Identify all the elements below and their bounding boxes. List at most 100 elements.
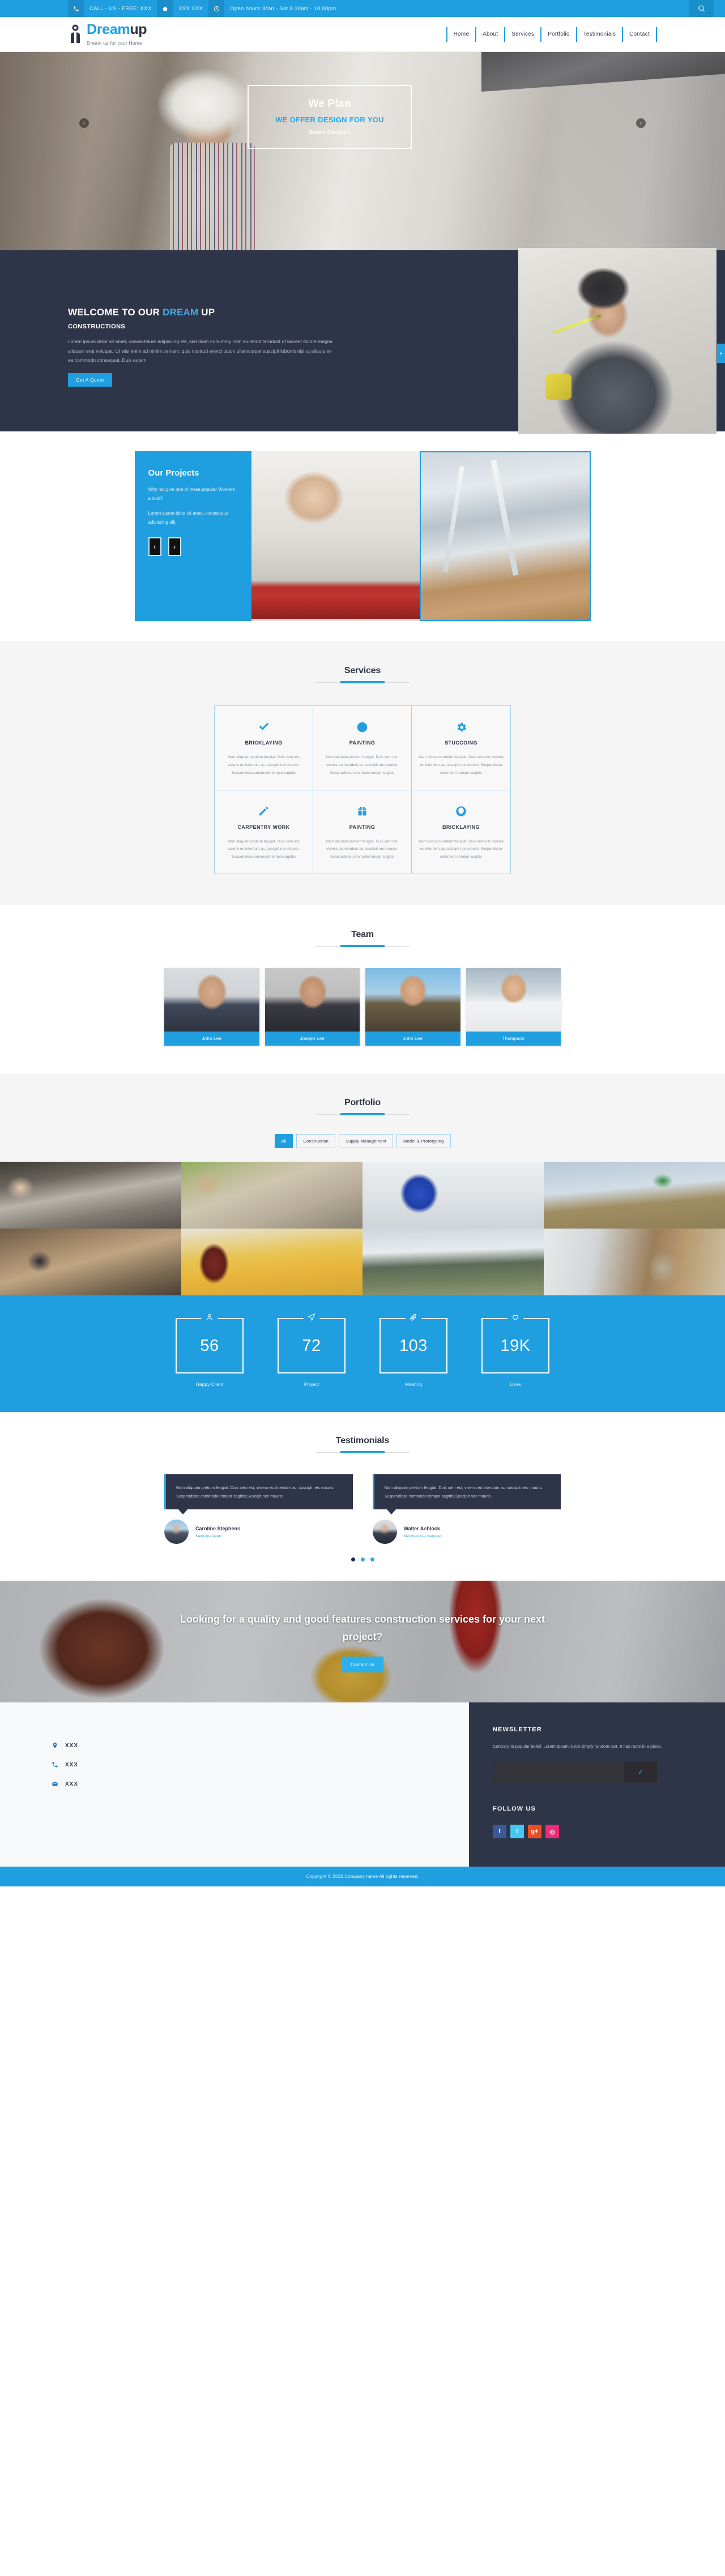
testimonial-author: Walter Ashlock	[403, 1525, 440, 1531]
chevron-right-icon[interactable]: ›	[636, 118, 646, 128]
project-image-1[interactable]	[251, 451, 420, 621]
nav-item-contact[interactable]: Contact	[622, 27, 657, 42]
testimonial-author: Caroline Stephens	[195, 1525, 241, 1531]
follow-us-title: FOLLOW US	[493, 1805, 536, 1813]
team-member-card[interactable]: John Lee	[365, 968, 460, 1046]
portfolio-grid	[0, 1162, 725, 1296]
portfolio-item[interactable]	[362, 1229, 544, 1296]
contact-us-button[interactable]: Contact Us	[341, 1657, 384, 1673]
nav-item-about[interactable]: About	[475, 27, 504, 42]
portfolio-filter-construction[interactable]: Construction	[296, 1134, 335, 1149]
team-member-name: John Lee	[365, 1032, 460, 1046]
testimonial-card: Nam aliquam pretium feugiat. Duis sem es…	[372, 1474, 561, 1544]
check-icon	[221, 720, 306, 734]
main-navbar: Dreamup Dream up for your Home Home Abou…	[0, 17, 725, 52]
welcome-subheading: CONSTRUCTIONS	[68, 323, 126, 330]
section-divider	[315, 682, 410, 683]
service-card[interactable]: BRICKLAYING Nam aliquam pretium feugiat.…	[412, 790, 510, 874]
service-name: PAINTING	[349, 740, 376, 746]
service-desc: Nam aliquam pretium feugiat. Duis sem es…	[419, 755, 504, 775]
nav-item-home[interactable]: Home	[446, 27, 475, 42]
portfolio-item[interactable]	[181, 1229, 362, 1296]
team-member-card[interactable]: Thompson	[466, 968, 561, 1046]
nav-item-services[interactable]: Services	[504, 27, 540, 42]
nav-item-testimonials[interactable]: Testimonials	[575, 27, 622, 42]
welcome-heading-accent: DREAM	[163, 307, 199, 318]
service-card[interactable]: STUCCOING Nam aliquam pretium feugiat. D…	[412, 706, 510, 790]
newsletter-email-input[interactable]	[493, 1761, 624, 1783]
paperclip-icon	[405, 1313, 422, 1322]
portfolio-item[interactable]	[181, 1162, 362, 1229]
portfolio-filter-model-prototyping[interactable]: Model & Prototyping	[396, 1134, 451, 1149]
search-icon[interactable]	[689, 0, 714, 17]
counter-value: 72	[302, 1336, 321, 1355]
chevron-left-icon[interactable]: ‹	[79, 118, 89, 128]
service-card[interactable]: BRICKLAYING Nam aliquam pretium feugiat.…	[215, 706, 313, 790]
team-title: Team	[351, 930, 374, 940]
welcome-heading: WELCOME TO OUR DREAM UP	[68, 307, 334, 318]
counters-grid: 56 Happy Client 72 Project 103 Meeting 1…	[176, 1313, 549, 1388]
portfolio-filter-supply-management[interactable]: Supply Management	[338, 1134, 394, 1149]
home-number-text: XXX XXX	[178, 5, 203, 12]
cta-headline: Looking for a quality and good features …	[180, 1614, 545, 1642]
counters-section: 56 Happy Client 72 Project 103 Meeting 1…	[0, 1295, 725, 1413]
testimonials-section: Testimonials Nam aliquam pretium feugiat…	[0, 1412, 725, 1581]
tape-measure-decor	[545, 374, 572, 400]
section-divider	[315, 1452, 410, 1453]
open-hours-text: Open hours: Mon - Sat 9.30am - 10.00pm	[230, 5, 336, 12]
services-title: Services	[344, 666, 381, 675]
service-name: BRICKLAYING	[245, 740, 283, 746]
team-member-card[interactable]: John Lee	[164, 968, 259, 1046]
service-card[interactable]: PAINTING Nam aliquam pretium feugiat. Du…	[313, 790, 412, 874]
portfolio-filter-all[interactable]: All	[274, 1134, 293, 1149]
clock-icon	[208, 0, 225, 17]
google-plus-icon[interactable]: g+	[528, 1825, 541, 1839]
projects-info-panel: Our Projects Why not give one of these p…	[134, 451, 251, 621]
dribbble-icon[interactable]: ◎	[545, 1825, 559, 1839]
worker-logo-icon	[68, 24, 83, 43]
newsletter-form: ✓	[493, 1761, 657, 1783]
counter-item: 19K Likes	[481, 1313, 549, 1388]
project-image-2[interactable]	[420, 451, 591, 621]
map-pin-icon	[51, 1742, 58, 1749]
portfolio-item[interactable]	[544, 1162, 725, 1229]
counter-value: 56	[200, 1336, 219, 1355]
section-divider	[315, 946, 410, 947]
brand-logo[interactable]: Dreamup Dream up for your Home	[68, 23, 272, 46]
call-us-text: CALL - US - FREE: XXX	[89, 5, 152, 12]
service-card[interactable]: PAINTING Nam aliquam pretium feugiat. Du…	[313, 706, 412, 790]
phone-icon	[68, 0, 84, 17]
projects-next-chevron-right-icon[interactable]: ›	[168, 537, 181, 556]
newsletter-submit-check-icon[interactable]: ✓	[624, 1761, 657, 1783]
phone-icon	[51, 1761, 58, 1768]
portfolio-item[interactable]	[544, 1229, 725, 1296]
service-card[interactable]: CARPENTRY WORK Nam aliquam pretium feugi…	[215, 790, 313, 874]
pagination-dot[interactable]	[360, 1557, 365, 1562]
chevron-down-icon[interactable]: ▾	[717, 344, 725, 363]
portfolio-item[interactable]	[362, 1162, 544, 1229]
twitter-icon[interactable]: t	[510, 1825, 524, 1839]
projects-prev-chevron-left-icon[interactable]: ‹	[148, 537, 161, 556]
team-member-name: Joseph Lee	[265, 1032, 360, 1046]
testimonials-grid: Nam aliquam pretium feugiat. Duis sem es…	[164, 1474, 561, 1544]
get-a-quote-button[interactable]: Get A Quote	[68, 373, 112, 387]
envelope-icon	[51, 1781, 58, 1787]
service-desc: Nam aliquam pretium feugiat. Duis sem es…	[326, 839, 399, 859]
nav-item-portfolio[interactable]: Portfolio	[540, 27, 576, 42]
counter-label: Likes	[510, 1381, 521, 1388]
team-member-name: John Lee	[164, 1032, 259, 1046]
team-member-card[interactable]: Joseph Lee	[265, 968, 360, 1046]
pagination-dot[interactable]	[351, 1557, 355, 1562]
portfolio-filters: All Construction Supply Management Model…	[0, 1134, 725, 1149]
facebook-icon[interactable]: f	[493, 1825, 506, 1839]
avatar	[164, 968, 259, 1032]
portfolio-item[interactable]	[0, 1229, 181, 1296]
projects-title: Our Projects	[148, 468, 199, 478]
pencil-decor	[553, 314, 602, 334]
service-name: BRICKLAYING	[442, 824, 480, 830]
hero-caption-box: We Plan WE OFFER DESIGN FOR YOU Smart Ch…	[248, 85, 412, 149]
pagination-dot[interactable]	[370, 1557, 374, 1562]
avatar	[466, 968, 561, 1032]
portfolio-item[interactable]	[0, 1162, 181, 1229]
footer-address: XXX	[65, 1742, 79, 1749]
